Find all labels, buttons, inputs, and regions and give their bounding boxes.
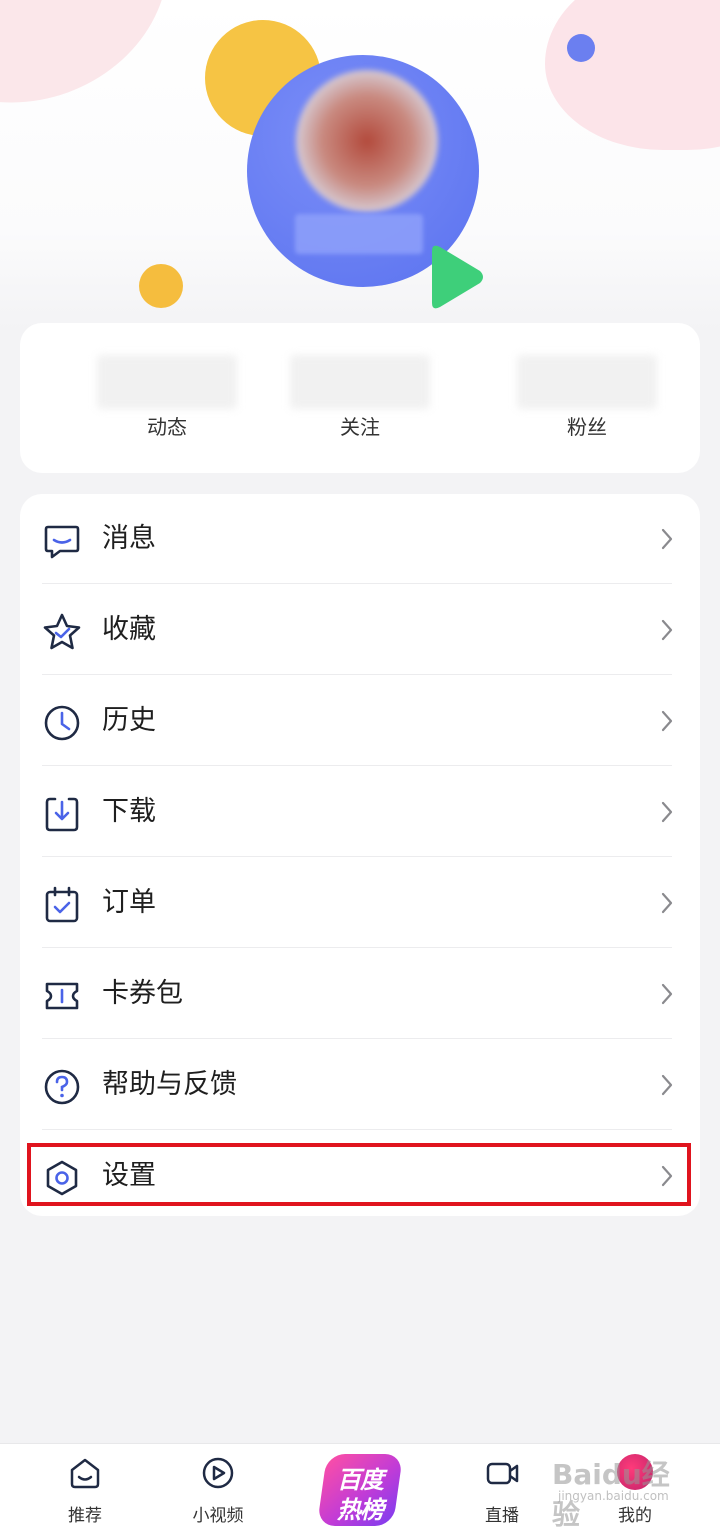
- menu-item-help-feedback[interactable]: 帮助与反馈: [20, 1040, 700, 1130]
- message-icon: [44, 525, 80, 559]
- divider: [42, 856, 672, 857]
- clock-icon: [44, 705, 80, 741]
- nav-tab-label: 推荐: [68, 1506, 102, 1526]
- menu-item-history[interactable]: 历史: [20, 676, 700, 766]
- menu-item-label: 收藏: [102, 614, 156, 645]
- decor-blob-left: [0, 0, 205, 143]
- nav-tab-label: 直播: [485, 1506, 519, 1526]
- username-blurred[interactable]: [295, 214, 423, 254]
- menu-item-label: 设置: [102, 1160, 156, 1191]
- chevron-right-icon: [661, 1074, 673, 1096]
- stat-label: 粉丝: [567, 415, 607, 439]
- menu-item-orders[interactable]: 订单: [20, 858, 700, 948]
- menu-item-label: 历史: [102, 705, 156, 736]
- ticket-icon: [45, 982, 79, 1010]
- decor-blob-right: [545, 0, 720, 150]
- order-calendar-icon: [45, 886, 79, 923]
- divider: [42, 1038, 672, 1039]
- decor-dot-blue: [567, 34, 595, 62]
- chevron-right-icon: [661, 528, 673, 550]
- menu-item-settings[interactable]: 设置: [20, 1131, 700, 1221]
- star-icon: [43, 613, 81, 650]
- avatar[interactable]: [296, 70, 438, 212]
- hot-badge-line2: 热榜: [337, 1496, 384, 1524]
- play-badge-icon: [432, 245, 483, 309]
- chevron-right-icon: [661, 892, 673, 914]
- chevron-right-icon: [661, 1165, 673, 1187]
- play-circle-icon: [202, 1457, 234, 1489]
- download-icon: [45, 797, 79, 832]
- stat-count: [97, 355, 237, 409]
- menu-item-coupons[interactable]: 卡券包: [20, 949, 700, 1039]
- stat-followers[interactable]: 粉丝: [517, 323, 657, 473]
- menu-item-downloads[interactable]: 下载: [20, 767, 700, 857]
- menu-item-favorites[interactable]: 收藏: [20, 585, 700, 675]
- menu-item-label: 下载: [102, 796, 156, 827]
- stat-following[interactable]: 关注: [290, 323, 430, 473]
- stat-count: [517, 355, 657, 409]
- baidu-hot-list-button[interactable]: 百度 热榜: [316, 1454, 404, 1526]
- menu-item-label: 卡券包: [102, 978, 183, 1009]
- menu-item-label: 帮助与反馈: [102, 1069, 237, 1100]
- chevron-right-icon: [661, 983, 673, 1005]
- nav-tab-label: 小视频: [192, 1506, 244, 1526]
- nav-tab-recommend[interactable]: 推荐: [35, 1444, 135, 1527]
- chevron-right-icon: [661, 801, 673, 823]
- divider: [42, 947, 672, 948]
- menu-card: 消息 收藏 历史 下载 订单 卡券包 帮助与反馈 设置: [20, 494, 700, 1216]
- home-icon: [70, 1458, 100, 1489]
- menu-item-messages[interactable]: 消息: [20, 494, 700, 584]
- decor-dot-yellow: [139, 264, 183, 308]
- bottom-nav: 推荐 小视频 百度 热榜 直播 我的: [0, 1443, 720, 1527]
- profile-header: [0, 0, 720, 330]
- divider: [42, 765, 672, 766]
- nav-tab-label: 我的: [618, 1506, 652, 1526]
- menu-item-label: 消息: [102, 523, 156, 554]
- nav-tab-short-video[interactable]: 小视频: [168, 1444, 268, 1527]
- stat-label: 动态: [147, 415, 187, 439]
- chevron-right-icon: [661, 619, 673, 641]
- stat-count: [290, 355, 430, 409]
- stat-label: 关注: [340, 415, 380, 439]
- nav-tab-live[interactable]: 直播: [452, 1444, 552, 1527]
- divider: [42, 1129, 672, 1130]
- divider: [42, 583, 672, 584]
- stat-posts[interactable]: 动态: [97, 323, 237, 473]
- help-icon: [44, 1069, 80, 1105]
- stats-card: 动态 关注 粉丝: [20, 323, 700, 473]
- chevron-right-icon: [661, 710, 673, 732]
- settings-icon: [46, 1160, 78, 1196]
- nav-tab-me[interactable]: 我的: [585, 1444, 685, 1527]
- menu-item-label: 订单: [102, 887, 156, 918]
- video-camera-icon: [486, 1462, 519, 1485]
- divider: [42, 674, 672, 675]
